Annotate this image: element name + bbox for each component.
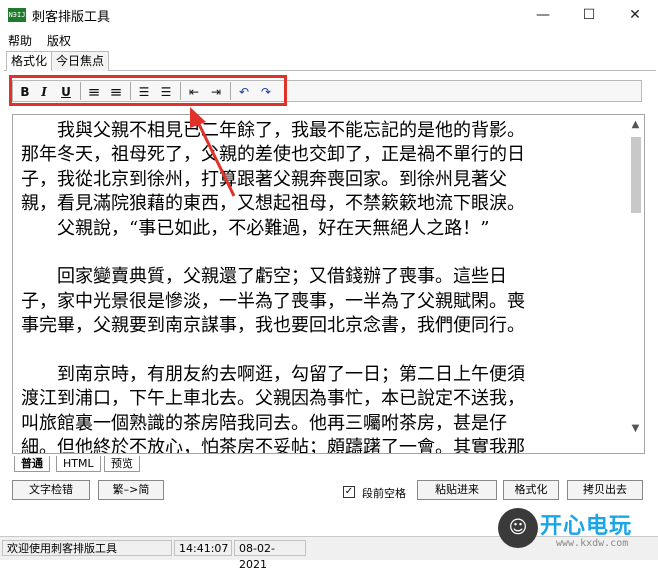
editor-blank-line <box>21 241 621 265</box>
vertical-scrollbar[interactable]: ▲ ▼ <box>627 115 644 453</box>
spellcheck-button[interactable]: 文字检错 <box>12 480 90 500</box>
watermark-url: www.kxdw.com <box>556 538 629 549</box>
tab-preview[interactable]: 预览 <box>104 456 140 472</box>
editor-blank-line <box>21 339 621 363</box>
editor-line: 父親說，“事已如此，不必難過，好在天無絕人之路！” <box>21 217 490 239</box>
format-button[interactable]: 格式化 <box>503 480 559 500</box>
editor-line: 渡江到浦口，下午上車北去。父親因為事忙，本已說定不送我， <box>21 388 525 410</box>
menu-help[interactable]: 帮助 <box>8 32 32 49</box>
editor-content[interactable]: 我與父親不相見已二年餘了，我最不能忘記的是他的背影。 那年冬天，祖母死了，父親的差… <box>21 119 621 454</box>
scrollbar-thumb[interactable] <box>631 137 641 213</box>
menu-copyright[interactable]: 版权 <box>47 32 71 49</box>
editor-line: 那年冬天，祖母死了，父親的差使也交卸了，正是禍不單行的日 <box>21 144 525 166</box>
copy-out-button[interactable]: 拷贝出去 <box>567 480 643 500</box>
status-message: 欢迎使用刺客排版工具 <box>2 540 172 556</box>
close-button[interactable]: ✕ <box>612 0 658 30</box>
window-title: 刺客排版工具 <box>32 10 111 25</box>
indent-checkbox-label: 段前空格 <box>362 487 406 500</box>
editor-line: 到南京時，有朋友約去啊逛，勾留了一日；第二日上午便須 <box>21 364 525 386</box>
scroll-up-icon[interactable]: ▲ <box>627 119 644 133</box>
editor-line: 子，我從北京到徐州，打算跟著父親奔喪回家。到徐州見著父 <box>21 168 507 190</box>
maximize-button[interactable]: ☐ <box>566 0 612 30</box>
editor-line: 我與父親不相見已二年餘了，我最不能忘記的是他的背影。 <box>21 120 525 141</box>
minimize-button[interactable]: — <box>520 0 566 30</box>
toolbar-highlight-box <box>9 75 287 106</box>
editor-line: 叫旅館裏一個熟識的茶房陪我同去。他再三囑咐茶房，甚是仔 <box>21 412 507 434</box>
editor-line: 子，家中光景很是慘淡，一半為了喪事，一半為了父親賦閑。喪 <box>21 290 525 312</box>
status-time: 14:41:07 <box>174 540 232 556</box>
watermark-brand: 开心电玩 <box>540 514 633 539</box>
status-date: 08-02-2021 <box>234 540 306 571</box>
scroll-down-icon[interactable]: ▼ <box>627 423 644 437</box>
tab-normal[interactable]: 普通 <box>14 456 50 472</box>
tab-format[interactable]: 格式化 <box>6 51 53 71</box>
tab-today-focus[interactable]: 今日焦点 <box>52 51 110 71</box>
editor-line: 親，看見滿院狼藉的東西，又想起祖母，不禁簌簌地流下眼淚。 <box>21 193 525 215</box>
watermark-logo-icon: ☺ <box>498 508 538 548</box>
trad-to-simp-button[interactable]: 繁–>简 <box>98 480 164 500</box>
indent-checkbox[interactable]: ✓ <box>343 486 355 498</box>
app-icon: NЭIJ <box>8 8 26 22</box>
editor-line: 回家變賣典質，父親還了虧空；又借錢辦了喪事。這些日 <box>21 266 507 288</box>
editor-line: 細。但他終於不放心，怕茶房不妥帖；頗躊躇了一會。其實我那 <box>21 437 525 454</box>
tab-html[interactable]: HTML <box>56 456 101 472</box>
paste-in-button[interactable]: 粘贴进来 <box>417 480 497 500</box>
text-editor[interactable]: 我與父親不相見已二年餘了，我最不能忘記的是他的背影。 那年冬天，祖母死了，父親的差… <box>12 114 645 454</box>
editor-line: 事完畢，父親要到南京謀事，我也要回北京念書，我們便同行。 <box>21 315 525 337</box>
